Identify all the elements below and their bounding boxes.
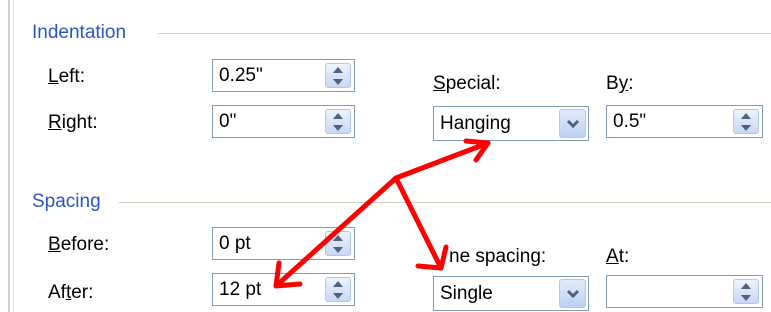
line-spacing-label: ne spacing:: [449, 246, 547, 267]
right-indent-label: Right:: [48, 112, 98, 133]
spin-up-down-icon: [333, 235, 343, 253]
line-spacing-dropdown-button[interactable]: [559, 279, 586, 308]
right-indent-value[interactable]: 0": [219, 111, 236, 133]
right-indent-spin-buttons[interactable]: [325, 109, 351, 134]
dialog-left-border-inner: [13, 0, 14, 312]
after-label: After:: [48, 282, 94, 303]
before-spin-buttons[interactable]: [325, 231, 351, 256]
left-indent-spinner[interactable]: 0.25": [212, 59, 355, 92]
after-spin-buttons[interactable]: [325, 277, 351, 302]
left-indent-value[interactable]: 0.25": [219, 65, 263, 87]
indentation-section-rule: [158, 33, 771, 34]
spacing-section-rule: [119, 202, 771, 203]
spacing-section-title: Spacing: [32, 191, 101, 212]
after-value[interactable]: 12 pt: [219, 279, 261, 301]
left-indent-label: Left:: [48, 66, 85, 87]
at-spin-buttons[interactable]: [733, 279, 759, 304]
dialog-left-border: [8, 0, 10, 312]
special-dropdown-value[interactable]: Hanging: [440, 113, 511, 135]
special-label: Special:: [433, 73, 501, 94]
arrow-to-special: [393, 140, 491, 181]
chevron-down-icon: [566, 289, 579, 299]
by-label: By:: [606, 73, 634, 94]
spin-up-down-icon: [741, 283, 751, 301]
line-spacing-value[interactable]: Single: [440, 283, 493, 305]
spin-up-down-icon: [333, 113, 343, 131]
before-spinner[interactable]: 0 pt: [212, 227, 355, 260]
spin-up-down-icon: [333, 67, 343, 85]
right-indent-spinner[interactable]: 0": [212, 105, 355, 138]
arrow-to-special-head: [463, 138, 491, 163]
indentation-section-title: Indentation: [32, 22, 127, 43]
by-spinner[interactable]: 0.5": [606, 105, 763, 138]
at-label: At:: [606, 246, 630, 267]
before-label: Before:: [48, 234, 110, 255]
special-dropdown-button[interactable]: [559, 109, 586, 138]
arrow-to-line-spacing-head: [415, 244, 449, 271]
by-spin-buttons[interactable]: [733, 109, 759, 134]
chevron-down-icon: [566, 119, 579, 129]
before-value[interactable]: 0 pt: [219, 233, 251, 255]
line-spacing-dropdown[interactable]: Single: [433, 276, 589, 311]
left-indent-spin-buttons[interactable]: [325, 63, 351, 88]
by-value[interactable]: 0.5": [613, 111, 646, 133]
annotation-arrows: [273, 138, 491, 289]
spin-up-down-icon: [333, 281, 343, 299]
at-spinner[interactable]: [606, 275, 763, 308]
special-dropdown[interactable]: Hanging: [433, 106, 589, 141]
after-spinner[interactable]: 12 pt: [212, 273, 355, 306]
spin-up-down-icon: [741, 113, 751, 131]
arrow-to-line-spacing: [393, 175, 444, 271]
